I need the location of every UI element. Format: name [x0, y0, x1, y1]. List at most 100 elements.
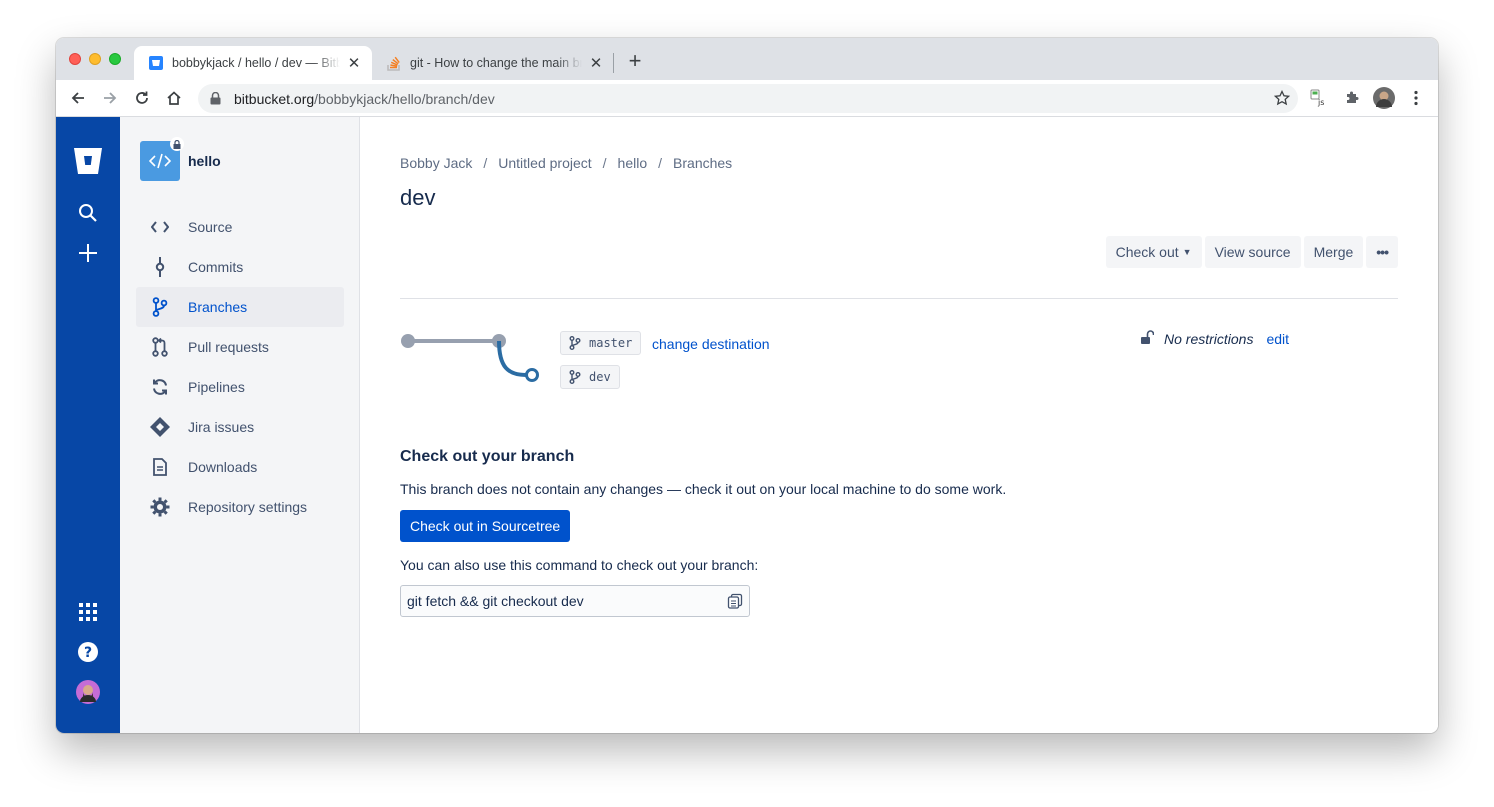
- sidebar-item-label: Pipelines: [188, 379, 245, 395]
- restrictions-text: No restrictions: [1164, 331, 1254, 347]
- copy-icon[interactable]: [727, 593, 743, 609]
- browser-profile-avatar[interactable]: [1373, 87, 1395, 109]
- breadcrumb-item-repo[interactable]: hello: [618, 155, 648, 171]
- bitbucket-app: ? hello Source Commits Branches Pull req…: [56, 117, 1438, 733]
- breadcrumb-item-branches[interactable]: Branches: [673, 155, 732, 171]
- downloads-icon: [150, 457, 170, 477]
- sidebar-item-label: Branches: [188, 299, 248, 315]
- section-divider: [400, 298, 1398, 299]
- checkout-command-text: git fetch && git checkout dev: [407, 593, 584, 609]
- sidebar-item-pipelines[interactable]: Pipelines: [136, 367, 344, 407]
- source-branch-name: dev: [589, 370, 611, 384]
- sidebar-item-pull-requests[interactable]: Pull requests: [136, 327, 344, 367]
- create-icon[interactable]: [76, 241, 100, 265]
- sidebar-item-jira-issues[interactable]: Jira issues: [136, 407, 344, 447]
- sidebar-item-branches[interactable]: Branches: [136, 287, 344, 327]
- pull-requests-icon: [150, 337, 170, 357]
- branch-icon: [569, 336, 583, 350]
- check-out-button[interactable]: Check out ▼: [1105, 236, 1202, 268]
- main-content: Bobby Jack / Untitled project / hello / …: [360, 117, 1438, 733]
- more-actions-button[interactable]: •••: [1366, 236, 1398, 268]
- help-icon[interactable]: ?: [76, 640, 100, 664]
- edit-restrictions-link[interactable]: edit: [1266, 331, 1289, 347]
- sidebar-item-source[interactable]: Source: [136, 207, 344, 247]
- sidebar-item-label: Jira issues: [188, 419, 255, 435]
- repo-nav-list: Source Commits Branches Pull requests Pi…: [136, 207, 344, 527]
- private-lock-icon: [170, 137, 184, 151]
- sidebar-item-label: Commits: [188, 259, 244, 275]
- close-tab-icon[interactable]: ✕: [346, 54, 362, 72]
- tab-separator: [613, 53, 614, 73]
- tab-title: git - How to change the main branch: [410, 56, 582, 70]
- pipelines-icon: [150, 377, 170, 397]
- close-tab-icon[interactable]: ✕: [588, 54, 604, 72]
- browser-tab-bitbucket[interactable]: bobbykjack / hello / dev — Bitbucket ✕: [134, 46, 372, 80]
- jira-icon: [150, 417, 170, 437]
- bitbucket-favicon-icon: [148, 55, 164, 71]
- source-branch-tag: dev: [560, 365, 620, 389]
- check-out-in-sourcetree-button[interactable]: Check out in Sourcetree: [400, 510, 571, 542]
- repo-avatar: [140, 137, 184, 181]
- sidebar-item-label: Downloads: [188, 459, 258, 475]
- sidebar-item-commits[interactable]: Commits: [136, 247, 344, 287]
- breadcrumb: Bobby Jack / Untitled project / hello / …: [400, 155, 732, 171]
- breadcrumb-separator: /: [602, 155, 607, 171]
- commits-icon: [150, 257, 170, 277]
- extensions-puzzle-icon[interactable]: [1341, 87, 1363, 109]
- source-icon: [150, 217, 170, 237]
- browser-menu-icon[interactable]: [1405, 87, 1427, 109]
- url-host: bitbucket.org: [234, 90, 315, 107]
- address-bar[interactable]: bitbucket.org/bobbykjack/hello/branch/de…: [198, 84, 1298, 113]
- branch-icon: [569, 370, 583, 384]
- reload-icon[interactable]: [130, 86, 154, 110]
- url-path: /bobbykjack/hello/branch/dev: [314, 90, 495, 107]
- app-switcher-icon[interactable]: [76, 600, 100, 624]
- view-source-button[interactable]: View source: [1204, 236, 1301, 268]
- new-tab-button[interactable]: +: [624, 50, 646, 72]
- js-extension-icon[interactable]: js: [1308, 87, 1330, 109]
- sidebar-item-label: Source: [188, 219, 233, 235]
- branch-actions: Check out ▼ View source Merge •••: [1105, 236, 1398, 268]
- branch-graph-diagram: [401, 334, 539, 382]
- settings-icon: [150, 497, 170, 517]
- repo-name: hello: [188, 153, 221, 169]
- svg-text:?: ?: [84, 645, 92, 661]
- global-navigation: ?: [56, 117, 120, 733]
- breadcrumb-separator: /: [658, 155, 663, 171]
- page-title: dev: [400, 185, 436, 210]
- checkout-command-field[interactable]: git fetch && git checkout dev: [400, 585, 750, 617]
- tab-strip: bobbykjack / hello / dev — Bitbucket ✕ g…: [56, 38, 1438, 80]
- branch-restrictions: No restrictions edit: [1140, 330, 1289, 348]
- back-arrow-icon[interactable]: [66, 86, 90, 110]
- breadcrumb-item-owner[interactable]: Bobby Jack: [400, 155, 472, 171]
- chevron-down-icon: ▼: [1182, 247, 1192, 257]
- checkout-section-title: Check out your branch: [400, 448, 575, 465]
- repository-sidebar: hello Source Commits Branches Pull reque…: [120, 117, 360, 733]
- bitbucket-logo-icon[interactable]: [72, 145, 104, 177]
- sidebar-item-repository-settings[interactable]: Repository settings: [136, 487, 344, 527]
- browser-window: bobbykjack / hello / dev — Bitbucket ✕ g…: [56, 38, 1438, 733]
- close-window-button[interactable]: [69, 53, 81, 65]
- command-label: You can also use this command to check o…: [400, 557, 759, 573]
- sidebar-item-label: Repository settings: [188, 499, 308, 515]
- home-icon[interactable]: [162, 86, 186, 110]
- breadcrumb-item-project[interactable]: Untitled project: [498, 155, 591, 171]
- minimize-window-button[interactable]: [89, 53, 101, 65]
- destination-branch-tag: master: [560, 331, 642, 355]
- zoom-window-button[interactable]: [109, 53, 121, 65]
- tab-title: bobbykjack / hello / dev — Bitbucket: [172, 56, 340, 70]
- forward-arrow-icon[interactable]: [98, 86, 122, 110]
- sidebar-item-label: Pull requests: [188, 339, 269, 355]
- profile-avatar[interactable]: [76, 680, 100, 704]
- search-icon[interactable]: [76, 201, 100, 225]
- sidebar-item-downloads[interactable]: Downloads: [136, 447, 344, 487]
- bookmark-star-icon[interactable]: [1273, 89, 1291, 109]
- destination-branch-name: master: [589, 336, 633, 350]
- check-out-label: Check out: [1115, 244, 1179, 260]
- stackoverflow-favicon-icon: [386, 55, 402, 71]
- repo-header[interactable]: hello: [140, 137, 221, 181]
- merge-button[interactable]: Merge: [1303, 236, 1364, 268]
- browser-tab-stackoverflow[interactable]: git - How to change the main branch ✕: [374, 46, 614, 80]
- unlock-icon: [1140, 330, 1155, 348]
- change-destination-link[interactable]: change destination: [652, 336, 770, 352]
